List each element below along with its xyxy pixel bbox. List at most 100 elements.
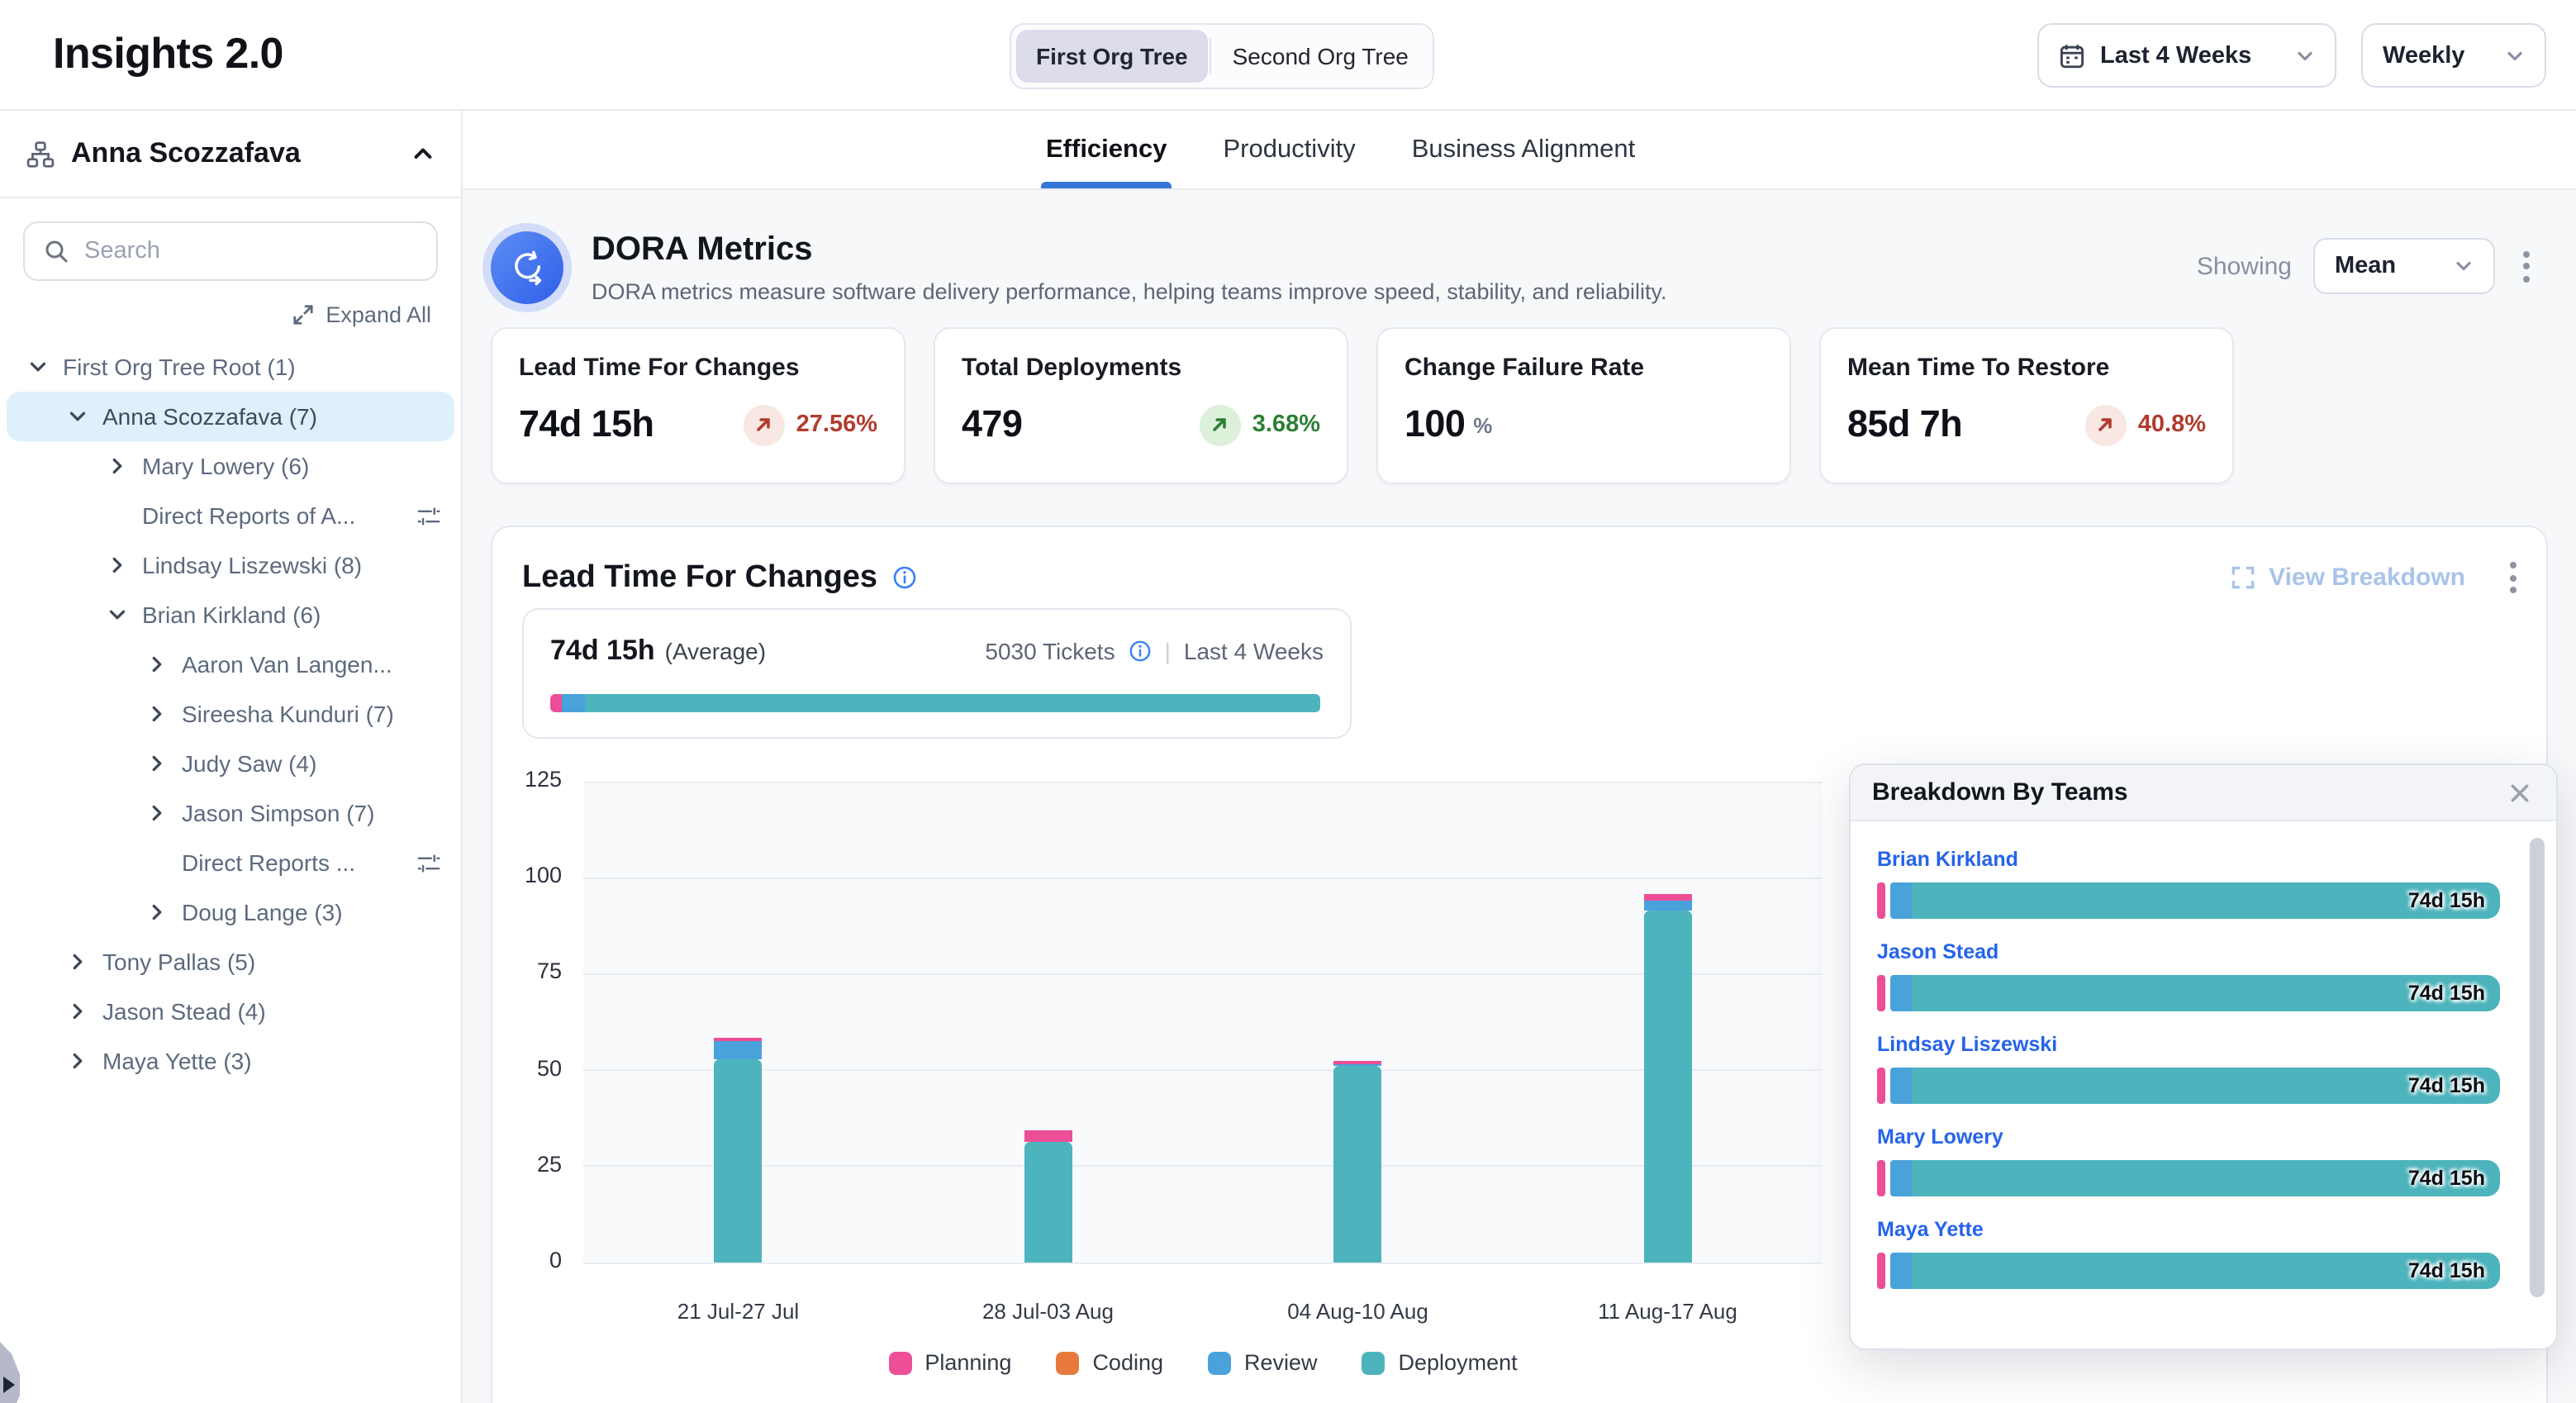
- trend-up-arrow-icon: [744, 404, 785, 445]
- date-range-value: Last 4 Weeks: [2100, 42, 2251, 69]
- legend-label: Review: [1244, 1350, 1318, 1375]
- org-tree-toggle-option[interactable]: Second Org Tree: [1213, 30, 1428, 83]
- phase-segment-review: [1890, 1068, 1912, 1104]
- filter-sliders-icon[interactable]: [416, 503, 441, 528]
- phase-segment-deployment: [586, 694, 1320, 712]
- sidebar-collapse-handle[interactable]: [0, 1342, 20, 1403]
- sidebar-user-row[interactable]: Anna Scozzafava: [0, 111, 461, 198]
- chevron-right-icon[interactable]: [145, 752, 169, 775]
- tree-item[interactable]: Aaron Van Langen...: [0, 640, 461, 689]
- tree-item[interactable]: Judy Saw (4): [0, 739, 461, 788]
- chevron-right-icon[interactable]: [66, 1049, 89, 1072]
- lead-time-card-header: Lead Time For Changes View Breakdown: [522, 554, 2523, 602]
- tree-item[interactable]: Tony Pallas (5): [0, 937, 461, 987]
- tree-item[interactable]: Mary Lowery (6): [0, 441, 461, 491]
- chevron-right-icon[interactable]: [106, 554, 129, 577]
- top-bar: Insights 2.0 First Org TreeSecond Org Tr…: [0, 0, 2576, 111]
- tree-item[interactable]: Lindsay Liszewski (8): [0, 540, 461, 590]
- tree-item-label: Direct Reports of A...: [142, 502, 355, 529]
- section-description: DORA metrics measure software delivery p…: [592, 279, 1667, 304]
- tree-item[interactable]: Jason Simpson (7): [0, 788, 461, 838]
- chevron-right-icon[interactable]: [145, 653, 169, 676]
- tab-productivity[interactable]: Productivity: [1223, 111, 1355, 188]
- team-row: Maya Yette74d 15h: [1877, 1218, 2500, 1289]
- metric-trend: 40.8%: [2085, 404, 2206, 445]
- tree-item[interactable]: Maya Yette (3): [0, 1036, 461, 1086]
- date-range-select[interactable]: Last 4 Weeks: [2037, 23, 2336, 88]
- tree-item[interactable]: Direct Reports ...: [0, 838, 461, 887]
- tree-item[interactable]: Anna Scozzafava (7): [7, 392, 454, 441]
- tree-item-label: Tony Pallas (5): [102, 949, 255, 975]
- phase-segment-planning: [1877, 1253, 1885, 1289]
- view-breakdown-button[interactable]: View Breakdown: [2231, 564, 2465, 592]
- chevron-right-icon[interactable]: [145, 801, 169, 825]
- chart-gridline: [583, 781, 1823, 782]
- bar-segment-deployment: [1334, 1067, 1382, 1263]
- chevron-right-icon[interactable]: [66, 1000, 89, 1023]
- legend-item[interactable]: Planning: [888, 1350, 1011, 1375]
- chevron-right-icon[interactable]: [145, 901, 169, 924]
- chevron-down-icon[interactable]: [106, 603, 129, 626]
- info-icon[interactable]: [892, 565, 917, 590]
- team-name-link[interactable]: Lindsay Liszewski: [1877, 1033, 2500, 1056]
- phase-segment-review: [1890, 1253, 1912, 1289]
- metric-card-value-row: 85d 7h 40.8%: [1847, 403, 2206, 446]
- legend-swatch-coding: [1056, 1351, 1079, 1374]
- tab-business-alignment[interactable]: Business Alignment: [1412, 111, 1636, 188]
- legend-item[interactable]: Coding: [1056, 1350, 1163, 1375]
- bar-segment-deployment: [715, 1058, 763, 1263]
- legend-item[interactable]: Deployment: [1362, 1350, 1518, 1375]
- chevron-right-icon[interactable]: [66, 950, 89, 973]
- tree-item[interactable]: Doug Lange (3): [0, 887, 461, 937]
- info-icon[interactable]: [1129, 640, 1152, 663]
- stacked-bar: [1334, 1061, 1382, 1263]
- org-tree-toggle-option[interactable]: First Org Tree: [1016, 30, 1208, 83]
- metric-card-value-row: 74d 15h27.56%: [519, 403, 877, 446]
- chart-title: Lead Time For Changes: [522, 559, 877, 596]
- chevron-down-icon[interactable]: [26, 355, 50, 378]
- team-name-link[interactable]: Mary Lowery: [1877, 1125, 2500, 1149]
- chevron-down-icon[interactable]: [66, 405, 89, 428]
- kebab-menu-icon[interactable]: [2503, 554, 2523, 602]
- panel-scrollbar-thumb[interactable]: [2530, 838, 2545, 1297]
- tab-efficiency[interactable]: Efficiency: [1046, 111, 1167, 188]
- metric-card-value: 85d 7h: [1847, 403, 1962, 446]
- chevron-down-icon: [2295, 45, 2315, 65]
- dora-sprint-icon: [491, 231, 563, 304]
- tree-item[interactable]: Sireesha Kunduri (7): [0, 689, 461, 739]
- expand-all-label: Expand All: [326, 302, 431, 327]
- expand-corners-icon: [2231, 565, 2255, 590]
- tree-item[interactable]: First Org Tree Root (1): [0, 342, 461, 392]
- panel-scrollbar[interactable]: [2530, 835, 2545, 1325]
- chevron-right-icon[interactable]: [106, 454, 129, 478]
- team-name-link[interactable]: Maya Yette: [1877, 1218, 2500, 1241]
- team-name-link[interactable]: Brian Kirkland: [1877, 848, 2500, 871]
- aggregation-select[interactable]: Mean: [2313, 238, 2495, 294]
- chevron-up-icon[interactable]: [411, 142, 435, 165]
- tree-item[interactable]: Jason Stead (4): [0, 987, 461, 1036]
- filter-sliders-icon[interactable]: [416, 850, 441, 875]
- search-input[interactable]: [84, 238, 418, 264]
- tree-spacer: [145, 851, 169, 874]
- expand-all-button[interactable]: Expand All: [30, 302, 431, 327]
- legend-item[interactable]: Review: [1208, 1350, 1318, 1375]
- stacked-bar: [1644, 893, 1692, 1263]
- team-name-link[interactable]: Jason Stead: [1877, 940, 2500, 963]
- search-icon: [43, 238, 69, 264]
- tree-item[interactable]: Brian Kirkland (6): [0, 590, 461, 640]
- close-icon[interactable]: [2505, 778, 2535, 807]
- kebab-menu-icon[interactable]: [2517, 242, 2536, 290]
- y-axis-tick-label: 25: [492, 1152, 562, 1177]
- trend-up-arrow-icon: [2085, 404, 2127, 445]
- metric-card-value: 100: [1404, 403, 1465, 446]
- granularity-select[interactable]: Weekly: [2361, 23, 2546, 88]
- metric-card-title: Lead Time For Changes: [519, 354, 877, 382]
- tree-item-label: Sireesha Kunduri (7): [182, 701, 394, 727]
- tabs-bar: Efficiency Productivity Business Alignment: [463, 111, 2576, 190]
- chart-gridline: [583, 973, 1823, 975]
- tree-item[interactable]: Direct Reports of A...: [0, 491, 461, 540]
- metric-trend: 27.56%: [744, 404, 877, 445]
- bar-segment-review: [1644, 901, 1692, 911]
- chevron-right-icon[interactable]: [145, 702, 169, 725]
- metric-card-title: Change Failure Rate: [1404, 354, 1763, 382]
